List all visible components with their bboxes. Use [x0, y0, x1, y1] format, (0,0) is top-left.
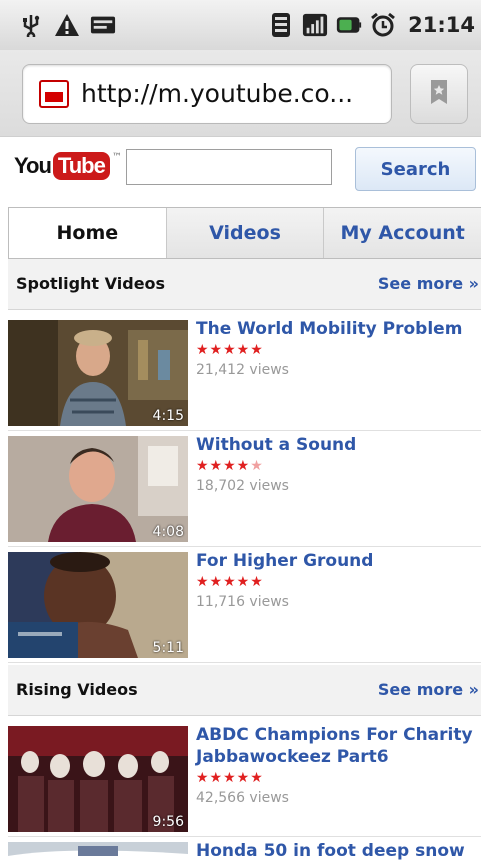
browser-toolbar: http://m.youtube.co... [0, 50, 481, 137]
video-title[interactable]: Without a Sound [196, 434, 481, 456]
video-thumbnail[interactable]: 4:15 [8, 320, 188, 426]
signal-icon [302, 12, 328, 38]
rating-stars: ★★★★★ [196, 458, 264, 474]
spotlight-section-header: Spotlight Videos See more » [8, 259, 481, 310]
nav-tabs: Home Videos My Account [8, 207, 481, 259]
rising-section-header: Rising Videos See more » [8, 665, 481, 716]
tab-home[interactable]: Home [8, 208, 166, 258]
wifi-icon [268, 12, 294, 38]
bookmark-icon [429, 79, 449, 109]
logo-you: You [14, 153, 52, 178]
alarm-icon [370, 12, 396, 38]
section-title: Rising Videos [16, 680, 138, 699]
video-duration: 4:08 [152, 524, 184, 540]
see-more-link[interactable]: See more » [378, 274, 479, 293]
bookmark-button[interactable] [410, 64, 468, 124]
status-bar: 21:14 [0, 0, 481, 50]
video-item[interactable]: 4:15 The World Mobility Problem ★★★★★ 21… [8, 318, 481, 431]
keyboard-icon [90, 12, 116, 38]
video-title[interactable]: The World Mobility Problem [196, 318, 481, 340]
search-button[interactable]: Search [355, 147, 476, 191]
tab-videos[interactable]: Videos [165, 208, 324, 258]
video-duration: 9:56 [152, 814, 184, 830]
tab-my-account[interactable]: My Account [323, 208, 481, 258]
video-item[interactable]: Honda 50 in foot deep snow [8, 840, 481, 862]
view-count: 11,716 views [196, 594, 289, 610]
rating-stars: ★★★★★ [196, 770, 264, 786]
view-count: 42,566 views [196, 790, 289, 806]
video-thumbnail[interactable]: 4:08 [8, 436, 188, 542]
rating-stars: ★★★★★ [196, 342, 264, 358]
logo-tm: ™ [111, 152, 122, 163]
video-title[interactable]: ABDC Champions For Charity Jabbawockeez … [196, 724, 481, 768]
video-thumbnail[interactable]: 9:56 [8, 726, 188, 832]
rating-stars: ★★★★★ [196, 574, 264, 590]
video-item[interactable]: 5:11 For Higher Ground ★★★★★ 11,716 view… [8, 550, 481, 663]
video-item[interactable]: 4:08 Without a Sound ★★★★★ 18,702 views [8, 434, 481, 547]
url-field[interactable]: http://m.youtube.co... [22, 64, 392, 124]
logo-tube: Tube [52, 152, 110, 180]
video-duration: 5:11 [152, 640, 184, 656]
video-item[interactable]: 9:56 ABDC Champions For Charity Jabbawoc… [8, 724, 481, 837]
usb-icon [18, 12, 44, 38]
view-count: 21,412 views [196, 362, 289, 378]
video-thumbnail[interactable]: 5:11 [8, 552, 188, 658]
view-count: 18,702 views [196, 478, 289, 494]
youtube-logo[interactable]: You Tube ™ [14, 152, 122, 180]
video-thumbnail[interactable] [8, 842, 188, 862]
see-more-link[interactable]: See more » [378, 680, 479, 699]
video-title[interactable]: Honda 50 in foot deep snow [196, 840, 481, 862]
section-title: Spotlight Videos [16, 274, 166, 293]
clock-time: 21:14 [408, 13, 475, 37]
battery-icon [336, 12, 362, 38]
url-text: http://m.youtube.co... [81, 79, 354, 108]
youtube-favicon-icon [39, 80, 69, 108]
warning-icon [54, 12, 80, 38]
video-duration: 4:15 [152, 408, 184, 424]
video-title[interactable]: For Higher Ground [196, 550, 481, 572]
search-input[interactable] [126, 149, 332, 185]
